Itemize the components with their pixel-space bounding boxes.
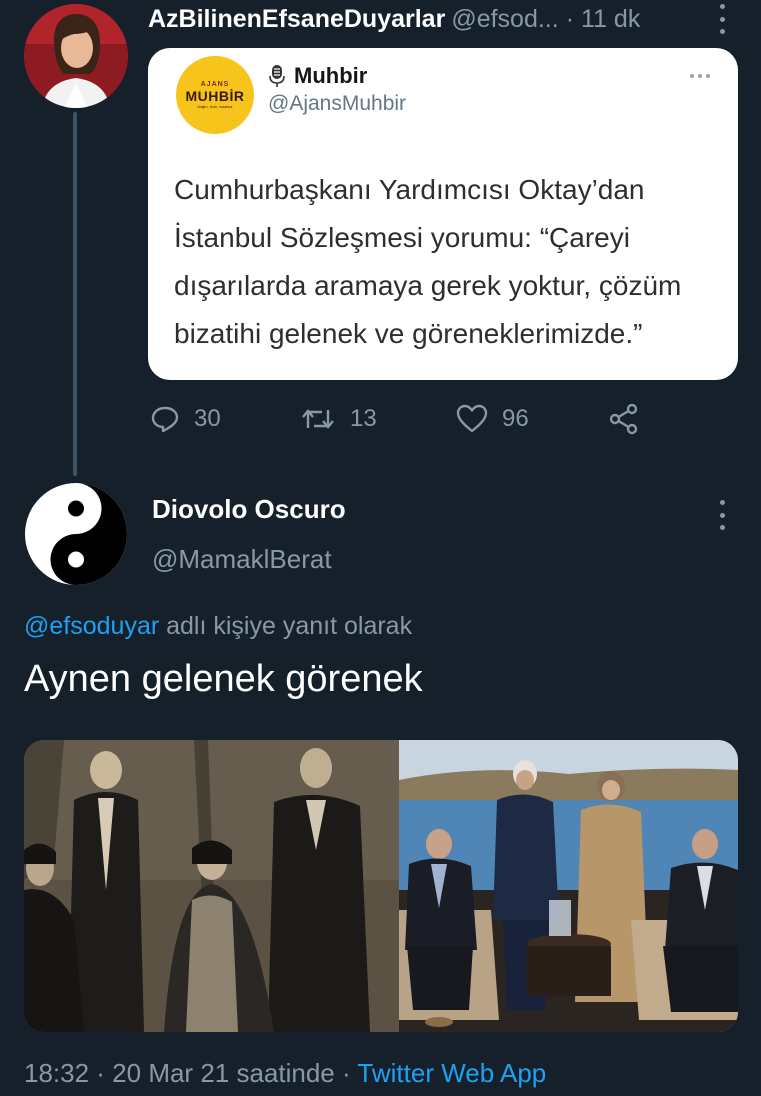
reply-more-options-icon[interactable]	[715, 500, 729, 530]
parent-handle[interactable]: @efsod...	[451, 5, 558, 34]
yin-yang-icon	[25, 483, 128, 585]
quoted-screenshot-image[interactable]: AJANS MUHBİR doğru, hızlı, tarafsız Muhb…	[148, 48, 738, 380]
reply-handle[interactable]: @MamaklBerat	[152, 544, 332, 575]
heart-icon	[456, 404, 488, 433]
historical-photo[interactable]	[24, 740, 399, 1032]
reply-icon	[151, 406, 179, 433]
quoted-tweet-text: Cumhurbaşkanı Yardımcısı Oktay’dan İstan…	[174, 174, 682, 349]
like-count: 96	[502, 405, 529, 432]
quoted-name: Muhbir	[268, 62, 367, 90]
modern-photo[interactable]	[399, 740, 738, 1032]
quoted-handle: @AjansMuhbir	[268, 92, 407, 115]
parent-avatar[interactable]	[24, 4, 128, 108]
parent-tweet-header: AzBilinenEfsaneDuyarlar @efsod... · 11 d…	[148, 2, 688, 36]
parent-timestamp[interactable]: 11 dk	[581, 5, 640, 34]
parent-action-bar: 30 13 96	[150, 398, 650, 440]
source-app-link[interactable]: Twitter Web App	[357, 1058, 546, 1088]
muhbir-logo: AJANS MUHBİR doğru, hızlı, tarafsız	[176, 56, 254, 134]
replying-to-text: adlı kişiye yanıt olarak	[166, 612, 413, 640]
replying-to-line: @efsoduyar adlı kişiye yanıt olarak	[24, 612, 412, 641]
microphone-icon	[269, 65, 285, 87]
reply-tweet-text: Aynen gelenek görenek	[24, 658, 423, 700]
quoted-name-text: Muhbir	[294, 63, 368, 88]
parent-more-options-icon[interactable]	[715, 4, 729, 34]
logo-small-text: AJANS	[200, 81, 230, 88]
tweet-metadata: 18:32 · 20 Mar 21 saatinde · Twitter Web…	[24, 1058, 546, 1089]
historical-photo-image	[24, 740, 399, 1032]
profile-photo-icon	[24, 4, 128, 108]
reply-avatar[interactable]	[24, 482, 128, 586]
logo-main-text: MUHBİR	[185, 88, 245, 104]
tweet-datetime: 18:32 · 20 Mar 21 saatinde ·	[24, 1058, 358, 1088]
reply-button[interactable]: 30	[150, 398, 221, 440]
replying-to-mention[interactable]: @efsoduyar	[24, 612, 159, 640]
logo-tagline-text: doğru, hızlı, tarafsız	[197, 104, 233, 109]
retweet-button[interactable]: 13	[300, 398, 377, 440]
share-icon	[609, 403, 638, 435]
header-separator: ·	[565, 4, 575, 33]
retweet-icon	[302, 409, 334, 429]
reply-display-name[interactable]: Diovolo Oscuro	[152, 494, 346, 525]
quoted-more-icon	[690, 74, 710, 78]
reply-count: 30	[194, 405, 221, 432]
thread-connector	[73, 112, 77, 476]
tweet-media[interactable]	[24, 740, 738, 1032]
share-button[interactable]	[608, 398, 654, 440]
modern-photo-image	[399, 740, 738, 1032]
parent-display-name[interactable]: AzBilinenEfsaneDuyarlar	[148, 5, 445, 34]
retweet-count: 13	[350, 405, 377, 432]
like-button[interactable]: 96	[456, 398, 529, 440]
tweet-thread: AzBilinenEfsaneDuyarlar @efsod... · 11 d…	[0, 0, 761, 1096]
